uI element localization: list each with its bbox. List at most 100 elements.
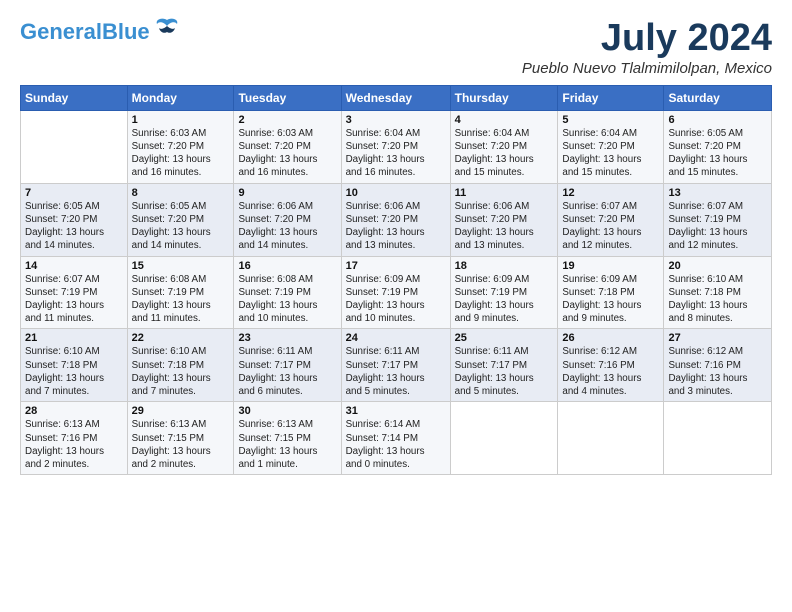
calendar-cell: 14Sunrise: 6:07 AM Sunset: 7:19 PM Dayli… xyxy=(21,256,128,329)
calendar-cell: 18Sunrise: 6:09 AM Sunset: 7:19 PM Dayli… xyxy=(450,256,558,329)
day-info: Sunrise: 6:05 AM Sunset: 7:20 PM Dayligh… xyxy=(132,200,230,253)
logo-text: GeneralBlue xyxy=(20,20,150,44)
calendar-cell: 31Sunrise: 6:14 AM Sunset: 7:14 PM Dayli… xyxy=(341,402,450,475)
calendar-day-header: Saturday xyxy=(664,85,772,110)
day-number: 21 xyxy=(25,332,123,344)
day-info: Sunrise: 6:04 AM Sunset: 7:20 PM Dayligh… xyxy=(455,127,554,180)
day-number: 16 xyxy=(238,260,336,272)
calendar-cell: 5Sunrise: 6:04 AM Sunset: 7:20 PM Daylig… xyxy=(558,110,664,183)
calendar-day-header: Monday xyxy=(127,85,234,110)
page: GeneralBlue July 2024 Pueblo Nuevo Tlalm… xyxy=(0,0,792,485)
day-info: Sunrise: 6:13 AM Sunset: 7:15 PM Dayligh… xyxy=(238,418,336,471)
calendar-cell: 10Sunrise: 6:06 AM Sunset: 7:20 PM Dayli… xyxy=(341,183,450,256)
day-number: 23 xyxy=(238,332,336,344)
day-info: Sunrise: 6:03 AM Sunset: 7:20 PM Dayligh… xyxy=(132,127,230,180)
month-year-title: July 2024 xyxy=(522,18,772,60)
calendar-cell: 9Sunrise: 6:06 AM Sunset: 7:20 PM Daylig… xyxy=(234,183,341,256)
day-info: Sunrise: 6:06 AM Sunset: 7:20 PM Dayligh… xyxy=(238,200,336,253)
day-info: Sunrise: 6:09 AM Sunset: 7:19 PM Dayligh… xyxy=(455,273,554,326)
calendar-cell: 4Sunrise: 6:04 AM Sunset: 7:20 PM Daylig… xyxy=(450,110,558,183)
calendar-cell: 7Sunrise: 6:05 AM Sunset: 7:20 PM Daylig… xyxy=(21,183,128,256)
day-number: 15 xyxy=(132,260,230,272)
calendar-cell xyxy=(21,110,128,183)
day-number: 31 xyxy=(346,405,446,417)
day-info: Sunrise: 6:08 AM Sunset: 7:19 PM Dayligh… xyxy=(238,273,336,326)
day-number: 3 xyxy=(346,114,446,126)
calendar-cell: 24Sunrise: 6:11 AM Sunset: 7:17 PM Dayli… xyxy=(341,329,450,402)
day-info: Sunrise: 6:11 AM Sunset: 7:17 PM Dayligh… xyxy=(238,345,336,398)
calendar-day-header: Wednesday xyxy=(341,85,450,110)
calendar-cell: 23Sunrise: 6:11 AM Sunset: 7:17 PM Dayli… xyxy=(234,329,341,402)
calendar-day-header: Tuesday xyxy=(234,85,341,110)
day-info: Sunrise: 6:05 AM Sunset: 7:20 PM Dayligh… xyxy=(25,200,123,253)
calendar-day-header: Sunday xyxy=(21,85,128,110)
calendar-cell: 13Sunrise: 6:07 AM Sunset: 7:19 PM Dayli… xyxy=(664,183,772,256)
calendar-table: SundayMondayTuesdayWednesdayThursdayFrid… xyxy=(20,85,772,475)
logo-bird-icon xyxy=(153,14,181,47)
day-number: 20 xyxy=(668,260,767,272)
day-number: 12 xyxy=(562,187,659,199)
calendar-cell: 27Sunrise: 6:12 AM Sunset: 7:16 PM Dayli… xyxy=(664,329,772,402)
day-info: Sunrise: 6:13 AM Sunset: 7:16 PM Dayligh… xyxy=(25,418,123,471)
day-info: Sunrise: 6:10 AM Sunset: 7:18 PM Dayligh… xyxy=(25,345,123,398)
day-number: 7 xyxy=(25,187,123,199)
day-number: 8 xyxy=(132,187,230,199)
calendar-cell xyxy=(558,402,664,475)
calendar-cell: 16Sunrise: 6:08 AM Sunset: 7:19 PM Dayli… xyxy=(234,256,341,329)
calendar-cell: 22Sunrise: 6:10 AM Sunset: 7:18 PM Dayli… xyxy=(127,329,234,402)
day-info: Sunrise: 6:06 AM Sunset: 7:20 PM Dayligh… xyxy=(346,200,446,253)
calendar-week-row: 28Sunrise: 6:13 AM Sunset: 7:16 PM Dayli… xyxy=(21,402,772,475)
day-info: Sunrise: 6:10 AM Sunset: 7:18 PM Dayligh… xyxy=(668,273,767,326)
day-number: 26 xyxy=(562,332,659,344)
day-info: Sunrise: 6:07 AM Sunset: 7:20 PM Dayligh… xyxy=(562,200,659,253)
day-info: Sunrise: 6:07 AM Sunset: 7:19 PM Dayligh… xyxy=(668,200,767,253)
day-info: Sunrise: 6:11 AM Sunset: 7:17 PM Dayligh… xyxy=(455,345,554,398)
header: GeneralBlue July 2024 Pueblo Nuevo Tlalm… xyxy=(20,18,772,77)
day-info: Sunrise: 6:08 AM Sunset: 7:19 PM Dayligh… xyxy=(132,273,230,326)
title-block: July 2024 Pueblo Nuevo Tlalmimilolpan, M… xyxy=(522,18,772,77)
calendar-cell: 19Sunrise: 6:09 AM Sunset: 7:18 PM Dayli… xyxy=(558,256,664,329)
calendar-cell: 30Sunrise: 6:13 AM Sunset: 7:15 PM Dayli… xyxy=(234,402,341,475)
day-info: Sunrise: 6:13 AM Sunset: 7:15 PM Dayligh… xyxy=(132,418,230,471)
day-number: 19 xyxy=(562,260,659,272)
calendar-week-row: 14Sunrise: 6:07 AM Sunset: 7:19 PM Dayli… xyxy=(21,256,772,329)
day-number: 5 xyxy=(562,114,659,126)
day-number: 11 xyxy=(455,187,554,199)
day-info: Sunrise: 6:09 AM Sunset: 7:19 PM Dayligh… xyxy=(346,273,446,326)
calendar-day-header: Thursday xyxy=(450,85,558,110)
day-info: Sunrise: 6:05 AM Sunset: 7:20 PM Dayligh… xyxy=(668,127,767,180)
calendar-week-row: 21Sunrise: 6:10 AM Sunset: 7:18 PM Dayli… xyxy=(21,329,772,402)
day-info: Sunrise: 6:06 AM Sunset: 7:20 PM Dayligh… xyxy=(455,200,554,253)
day-number: 25 xyxy=(455,332,554,344)
day-info: Sunrise: 6:10 AM Sunset: 7:18 PM Dayligh… xyxy=(132,345,230,398)
day-number: 6 xyxy=(668,114,767,126)
day-number: 4 xyxy=(455,114,554,126)
day-number: 13 xyxy=(668,187,767,199)
day-info: Sunrise: 6:14 AM Sunset: 7:14 PM Dayligh… xyxy=(346,418,446,471)
calendar-week-row: 1Sunrise: 6:03 AM Sunset: 7:20 PM Daylig… xyxy=(21,110,772,183)
day-info: Sunrise: 6:03 AM Sunset: 7:20 PM Dayligh… xyxy=(238,127,336,180)
day-info: Sunrise: 6:09 AM Sunset: 7:18 PM Dayligh… xyxy=(562,273,659,326)
calendar-header-row: SundayMondayTuesdayWednesdayThursdayFrid… xyxy=(21,85,772,110)
location-subtitle: Pueblo Nuevo Tlalmimilolpan, Mexico xyxy=(522,60,772,77)
calendar-cell: 12Sunrise: 6:07 AM Sunset: 7:20 PM Dayli… xyxy=(558,183,664,256)
calendar-cell: 20Sunrise: 6:10 AM Sunset: 7:18 PM Dayli… xyxy=(664,256,772,329)
day-number: 22 xyxy=(132,332,230,344)
calendar-cell: 6Sunrise: 6:05 AM Sunset: 7:20 PM Daylig… xyxy=(664,110,772,183)
calendar-cell: 29Sunrise: 6:13 AM Sunset: 7:15 PM Dayli… xyxy=(127,402,234,475)
calendar-cell: 11Sunrise: 6:06 AM Sunset: 7:20 PM Dayli… xyxy=(450,183,558,256)
day-info: Sunrise: 6:12 AM Sunset: 7:16 PM Dayligh… xyxy=(562,345,659,398)
day-info: Sunrise: 6:07 AM Sunset: 7:19 PM Dayligh… xyxy=(25,273,123,326)
day-number: 10 xyxy=(346,187,446,199)
calendar-cell: 26Sunrise: 6:12 AM Sunset: 7:16 PM Dayli… xyxy=(558,329,664,402)
day-number: 9 xyxy=(238,187,336,199)
day-number: 14 xyxy=(25,260,123,272)
day-number: 27 xyxy=(668,332,767,344)
calendar-cell: 8Sunrise: 6:05 AM Sunset: 7:20 PM Daylig… xyxy=(127,183,234,256)
calendar-cell: 15Sunrise: 6:08 AM Sunset: 7:19 PM Dayli… xyxy=(127,256,234,329)
day-number: 18 xyxy=(455,260,554,272)
day-info: Sunrise: 6:04 AM Sunset: 7:20 PM Dayligh… xyxy=(346,127,446,180)
day-number: 28 xyxy=(25,405,123,417)
calendar-cell: 28Sunrise: 6:13 AM Sunset: 7:16 PM Dayli… xyxy=(21,402,128,475)
day-number: 2 xyxy=(238,114,336,126)
